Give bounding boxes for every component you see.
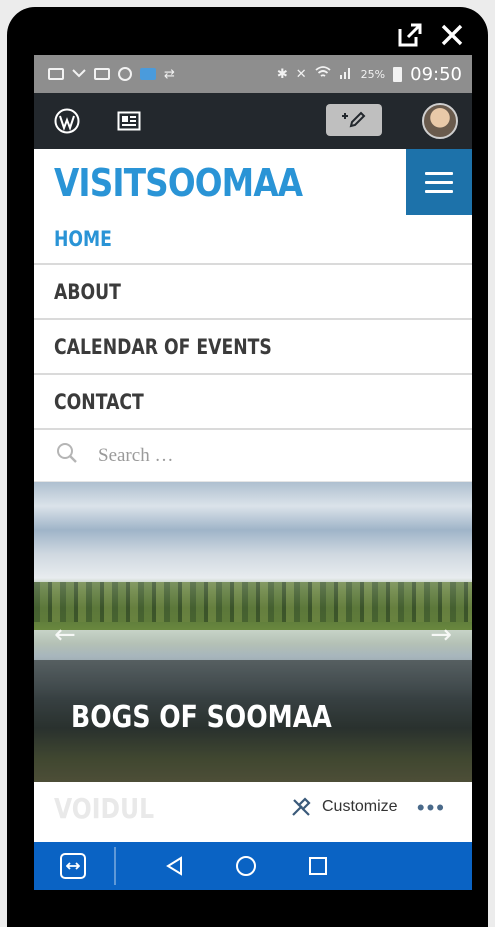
primary-nav: HOME ABOUT CALENDAR OF EVENTS CONTACT (34, 215, 472, 430)
bluetooth-icon: ✱ (276, 66, 288, 82)
battery-icon (393, 66, 403, 82)
phone-screen: ⇄ ✱ ✕ 25% 09:50 VISITSOOMAA HOME ABOUT C… (34, 55, 472, 890)
android-nav-bar (34, 842, 472, 890)
app-switch-icon[interactable] (60, 853, 86, 879)
battery-percent: 25% (360, 67, 386, 81)
message-icon (48, 68, 64, 80)
hero-slider[interactable]: ← → BOGS OF SOOMAA (34, 482, 472, 782)
arrow-left-icon[interactable]: ← (54, 620, 76, 650)
nav-item-calendar[interactable]: CALENDAR OF EVENTS (34, 320, 472, 375)
nav-item-about[interactable]: ABOUT (34, 265, 472, 320)
customize-label: Customize (322, 798, 398, 815)
customize-bar: VOIDUL Customize ••• (34, 782, 472, 834)
home-icon[interactable] (234, 854, 258, 878)
hamburger-icon-bar (425, 180, 453, 184)
arrow-right-icon[interactable]: → (430, 620, 452, 650)
search-input[interactable] (96, 443, 400, 468)
recent-apps-icon[interactable] (308, 856, 328, 876)
nav-item-label: CONTACT (54, 389, 144, 414)
sync-icon: ⇄ (164, 66, 175, 82)
nav-item-contact[interactable]: CONTACT (34, 375, 472, 430)
search-bar (34, 430, 472, 482)
customize-button[interactable]: Customize (290, 796, 398, 818)
search-icon (56, 442, 78, 469)
popout-icon[interactable] (396, 21, 424, 49)
slide-image-trees (34, 582, 472, 622)
close-icon[interactable] (438, 21, 466, 49)
mute-icon: ✕ (295, 66, 307, 82)
nav-item-home[interactable]: HOME (34, 215, 472, 265)
new-post-button[interactable] (326, 104, 382, 136)
nav-divider (114, 847, 116, 885)
phone-frame: ⇄ ✱ ✕ 25% 09:50 VISITSOOMAA HOME ABOUT C… (7, 7, 488, 927)
wordpress-icon[interactable] (52, 106, 82, 136)
eye-icon (118, 67, 132, 81)
hamburger-icon (425, 171, 453, 175)
more-options-icon[interactable]: ••• (417, 795, 446, 821)
site-header: VISITSOOMAA (34, 149, 472, 215)
window-controls (396, 21, 466, 49)
slide-title[interactable]: BOGS OF SOOMAA (71, 700, 332, 735)
hamburger-icon-bar (425, 189, 453, 193)
next-section-heading: VOIDUL (54, 792, 155, 825)
gallery-icon (94, 68, 110, 80)
signal-icon (339, 65, 353, 83)
app-notification-icon (140, 68, 156, 80)
tools-icon (292, 797, 311, 816)
missed-call-icon (72, 68, 86, 80)
back-icon[interactable] (164, 855, 186, 877)
nav-item-label: ABOUT (54, 279, 121, 304)
site-title[interactable]: VISITSOOMAA (54, 161, 303, 205)
wp-admin-bar (34, 93, 472, 149)
avatar[interactable] (422, 103, 458, 139)
status-bar: ⇄ ✱ ✕ 25% 09:50 (34, 55, 472, 93)
menu-toggle-button[interactable] (406, 149, 472, 215)
status-time: 09:50 (410, 63, 462, 85)
nav-item-label: CALENDAR OF EVENTS (54, 334, 272, 359)
nav-item-label: HOME (54, 227, 112, 251)
reader-icon[interactable] (114, 106, 144, 136)
new-post-icon (342, 111, 366, 128)
wifi-icon (315, 65, 331, 83)
